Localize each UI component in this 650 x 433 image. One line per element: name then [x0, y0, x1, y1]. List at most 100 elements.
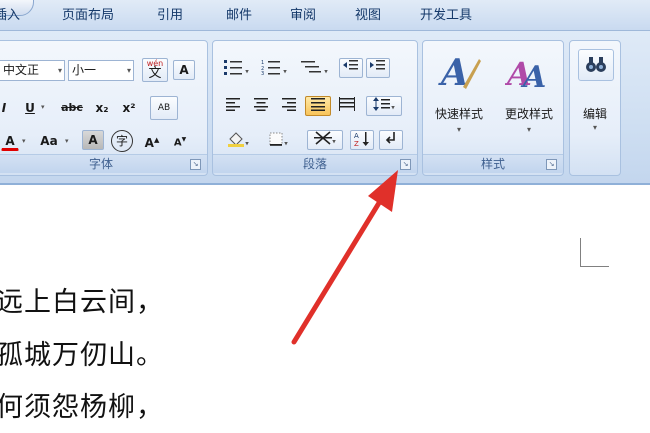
binoculars-icon: [586, 57, 606, 72]
change-styles-button[interactable]: A A 更改样式 ▾: [495, 47, 563, 143]
document-line[interactable]: 何须怨杨柳，: [0, 385, 164, 424]
document-line[interactable]: 远上白云间，: [0, 280, 164, 319]
shrink-font-button[interactable]: A▼: [169, 130, 191, 150]
font-size-value: 小一: [72, 63, 97, 77]
justify-button[interactable]: [305, 96, 331, 116]
bullets-button[interactable]: ▾: [219, 58, 253, 78]
editing-label[interactable]: 编辑: [570, 105, 620, 122]
paragraph-dialog-launcher[interactable]: ↘: [400, 159, 411, 170]
font-name-value: 中文正: [3, 63, 40, 77]
superscript-button[interactable]: x²: [117, 98, 141, 118]
chevron-down-icon: ▾: [332, 137, 336, 146]
enclose-char-button[interactable]: 字: [111, 130, 133, 152]
editing-group: 编辑 ▾: [569, 40, 621, 176]
distributed-icon: [339, 97, 355, 111]
document-line[interactable]: 孤城万仞山。: [0, 333, 164, 372]
chevron-down-icon: ▾: [126, 66, 131, 75]
align-center-button[interactable]: [249, 96, 273, 116]
char-shading-button[interactable]: A: [82, 130, 104, 150]
align-left-icon: [226, 98, 240, 111]
chevron-down-icon: ▾: [245, 139, 249, 148]
find-button[interactable]: [578, 49, 614, 81]
align-left-button[interactable]: [221, 96, 245, 116]
chevron-down-icon[interactable]: ▾: [22, 137, 26, 145]
styles-group: A 快速样式 ▾ A A 更改样式 ▾ 样式 ↘: [422, 40, 564, 176]
menu-bar: 插入 页面布局 引用 邮件 审阅 视图 开发工具: [0, 0, 650, 31]
ribbon: 中文正 ▾ 小一 ▾ wén 文 A I U ▾ abc x₂ x² AB A …: [0, 31, 650, 185]
increase-indent-button[interactable]: [366, 58, 390, 78]
styles-dialog-launcher[interactable]: ↘: [546, 159, 557, 170]
line-spacing-icon: [373, 97, 391, 111]
line-spacing-button[interactable]: ▾: [366, 96, 402, 116]
tab-review[interactable]: 审阅: [290, 6, 316, 26]
distributed-button[interactable]: [335, 96, 359, 116]
margin-corner-mark: [580, 238, 609, 267]
decrease-indent-button[interactable]: [339, 58, 363, 78]
show-marks-button[interactable]: [379, 130, 403, 150]
chinese-layout-icon: [314, 131, 333, 145]
phonetic-guide-button[interactable]: wén 文: [142, 58, 168, 82]
tab-mailings[interactable]: 邮件: [226, 6, 252, 26]
chevron-down-icon: ▾: [526, 125, 531, 134]
chevron-down-icon: ▾: [284, 139, 288, 148]
chevron-down-icon[interactable]: ▾: [65, 137, 69, 145]
align-right-button[interactable]: [277, 96, 301, 116]
change-styles-label: 更改样式: [504, 107, 553, 121]
paint-bucket-icon: [228, 132, 245, 147]
subscript-button[interactable]: x₂: [90, 98, 114, 118]
align-center-icon: [254, 98, 268, 111]
font-group: 中文正 ▾ 小一 ▾ wén 文 A I U ▾ abc x₂ x² AB A …: [0, 40, 208, 176]
arrow-down-icon: ▼: [181, 136, 187, 143]
shading-button[interactable]: ▾: [221, 130, 255, 150]
grow-font-button[interactable]: A▲: [141, 130, 163, 150]
svg-text:A: A: [520, 60, 546, 95]
strikethrough-button[interactable]: abc: [57, 98, 87, 118]
clear-formatting-button[interactable]: AB: [150, 96, 178, 120]
chevron-down-icon: ▾: [456, 125, 461, 134]
document-page[interactable]: 远上白云间， 孤城万仞山。 何须怨杨柳，: [0, 185, 650, 433]
char-border-button[interactable]: A: [173, 60, 195, 80]
multilevel-list-button[interactable]: ▾: [295, 58, 333, 78]
font-dialog-launcher[interactable]: ↘: [190, 159, 201, 170]
sort-icon: AZ: [354, 132, 369, 148]
numbering-button[interactable]: 1 2 3 ▾: [257, 58, 291, 78]
arrow-up-icon: ▲: [153, 136, 160, 144]
change-case-button[interactable]: Aa: [35, 131, 63, 151]
borders-button[interactable]: ▾: [261, 130, 295, 150]
font-name-combo[interactable]: 中文正 ▾: [0, 60, 65, 81]
font-color-button[interactable]: A: [1, 131, 19, 151]
shrink-font-letter: A: [173, 137, 182, 149]
numbering-icon: 1 2 3: [261, 60, 281, 77]
bullets-icon: [224, 60, 243, 75]
quick-styles-button[interactable]: A 快速样式 ▾: [425, 47, 493, 143]
svg-text:Z: Z: [354, 140, 359, 147]
chevron-down-icon: ▾: [324, 67, 328, 76]
border-icon: [269, 132, 283, 146]
font-group-title: 字体: [0, 154, 207, 173]
chevron-down-icon[interactable]: ▾: [41, 103, 45, 111]
multilevel-list-icon: [301, 61, 322, 73]
sort-button[interactable]: AZ: [350, 130, 374, 150]
underline-button[interactable]: U: [21, 98, 39, 118]
tab-insert[interactable]: 插入: [0, 6, 20, 26]
chevron-down-icon: ▾: [245, 67, 249, 76]
tab-page-layout[interactable]: 页面布局: [62, 6, 114, 26]
tab-developer[interactable]: 开发工具: [420, 6, 472, 26]
chevron-down-icon: ▾: [57, 66, 62, 75]
quick-styles-icon: A: [425, 47, 493, 106]
align-right-icon: [282, 98, 296, 111]
decrease-indent-icon: [343, 60, 358, 70]
italic-button[interactable]: I: [0, 98, 11, 118]
increase-indent-icon: [370, 60, 385, 70]
chinese-layout-button[interactable]: ▾: [307, 130, 343, 150]
tab-view[interactable]: 视图: [355, 6, 381, 26]
change-styles-icon: A A: [495, 47, 563, 106]
chevron-down-icon: ▾: [391, 103, 395, 112]
justify-icon: [311, 98, 325, 111]
tab-references[interactable]: 引用: [157, 6, 183, 26]
chevron-down-icon[interactable]: ▾: [570, 123, 620, 132]
font-size-combo[interactable]: 小一 ▾: [68, 60, 134, 81]
grow-font-letter: A: [144, 136, 154, 150]
chevron-down-icon: ▾: [283, 67, 287, 76]
paragraph-mark-icon: [385, 132, 395, 144]
